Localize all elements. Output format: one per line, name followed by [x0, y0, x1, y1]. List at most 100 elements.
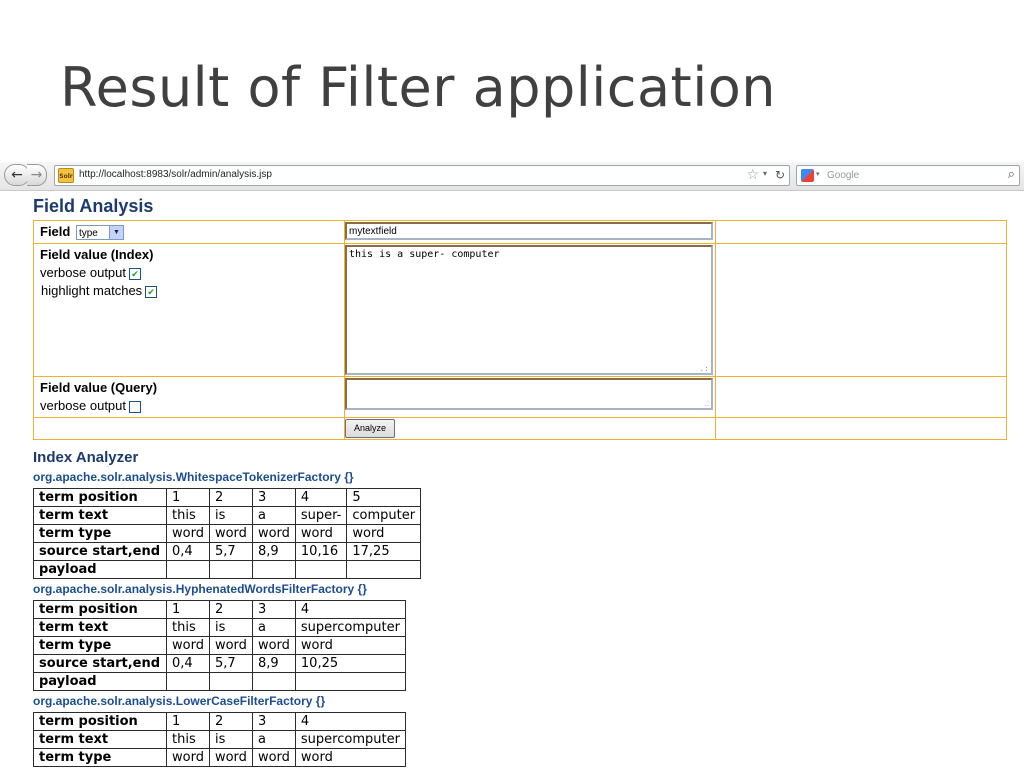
table-cell: word — [294, 748, 406, 767]
row-header: term type — [33, 748, 167, 767]
forward-button[interactable]: → — [27, 164, 47, 186]
row-header: payload — [33, 672, 167, 691]
table-cell: 5 — [346, 488, 422, 507]
table-cell — [208, 672, 253, 691]
table-row: term position 1 2 3 4 — [33, 712, 406, 731]
stage-1-table: term position 1 2 3 4 5 term text this i… — [33, 488, 422, 579]
table-row: term text this is a supercomputer — [33, 618, 406, 637]
table-cell: word — [166, 636, 210, 655]
address-bar[interactable]: Solr http://localhost:8983/solr/admin/an… — [54, 165, 790, 186]
row-header: term position — [33, 488, 167, 507]
row-header: payload — [33, 560, 167, 579]
table-cell — [294, 672, 406, 691]
analyze-row: Analyze — [33, 417, 1007, 440]
row-header: term text — [33, 730, 167, 749]
index-value-label: Field value (Index) — [40, 247, 154, 262]
table-cell — [166, 672, 210, 691]
verbose-output-checkbox[interactable]: ✔ — [129, 267, 142, 280]
table-cell: 3 — [251, 712, 296, 731]
table-cell: 5,7 — [208, 654, 253, 673]
history-dropdown-icon[interactable]: ▾ — [763, 169, 767, 178]
highlight-matches-checkbox[interactable]: ✔ — [145, 285, 158, 298]
table-cell: 2 — [208, 712, 253, 731]
resize-grip-icon[interactable]: .: — [699, 365, 709, 373]
table-cell: this — [166, 730, 210, 749]
table-cell: 4 — [294, 600, 406, 619]
back-arrow-icon: ← — [11, 167, 23, 183]
table-cell: 2 — [208, 600, 253, 619]
table-cell: word — [208, 748, 253, 767]
google-icon[interactable] — [801, 169, 814, 182]
field-type-select[interactable]: type ▼ — [75, 225, 124, 241]
row-header: source start,end — [33, 542, 167, 561]
url-text[interactable]: http://localhost:8983/solr/admin/analysi… — [79, 169, 272, 180]
table-row: term type word word word word word — [33, 524, 422, 543]
table-cell: word — [346, 524, 422, 543]
row-header: term position — [33, 712, 167, 731]
row-header: term type — [33, 636, 167, 655]
table-cell: 1 — [166, 712, 210, 731]
index-value-textarea[interactable]: this is a super- computer.: — [345, 245, 713, 375]
analyze-button[interactable]: Analyze — [345, 419, 396, 438]
table-cell: 10,25 — [294, 654, 406, 673]
table-cell: word — [251, 748, 296, 767]
table-cell: 10,16 — [294, 542, 348, 561]
table-row: term type word word word word — [33, 748, 406, 767]
table-row: source start,end 0,4 5,7 8,9 10,25 — [33, 654, 406, 673]
solr-favicon-icon: Solr — [58, 168, 74, 183]
stage-2-factory: org.apache.solr.analysis.HyphenatedWords… — [33, 582, 367, 596]
search-icon[interactable]: ⌕ — [1008, 167, 1015, 182]
index-value-row: Field value (Index) verbose output ✔ high… — [33, 243, 1007, 377]
table-row: payload — [33, 560, 422, 579]
table-cell: 2 — [208, 488, 253, 507]
stage-3-factory: org.apache.solr.analysis.LowerCaseFilter… — [33, 694, 326, 708]
row-header: source start,end — [33, 654, 167, 673]
table-cell: 3 — [251, 488, 296, 507]
table-cell: this — [166, 506, 210, 525]
table-cell: is — [208, 506, 253, 525]
chevron-down-icon: ▼ — [108, 226, 123, 240]
table-row: source start,end 0,4 5,7 8,9 10,16 17,25 — [33, 542, 422, 561]
table-cell: 3 — [251, 600, 296, 619]
search-engine-dropdown-icon[interactable]: ▾ — [816, 170, 820, 178]
table-cell: a — [251, 506, 296, 525]
table-cell: word — [208, 636, 253, 655]
table-cell: 8,9 — [251, 654, 296, 673]
table-cell: word — [251, 636, 296, 655]
table-cell: supercomputer — [294, 730, 406, 749]
field-row: Field type ▼ mytextfield — [33, 220, 1007, 244]
stage-2-table: term position 1 2 3 4 term text this is … — [33, 600, 406, 691]
table-cell: is — [208, 730, 253, 749]
table-cell: word — [294, 524, 348, 543]
table-cell: a — [251, 618, 296, 637]
stage-3-table: term position 1 2 3 4 term text this is … — [33, 712, 406, 767]
reload-icon[interactable]: ↻ — [775, 168, 785, 182]
table-cell: 0,4 — [166, 542, 210, 561]
table-cell: a — [251, 730, 296, 749]
highlight-matches-label: highlight matches — [41, 283, 143, 298]
table-cell: is — [208, 618, 253, 637]
table-cell: supercomputer — [294, 618, 406, 637]
search-placeholder[interactable]: Google — [827, 170, 859, 181]
bookmark-star-icon[interactable]: ☆ — [746, 167, 759, 183]
table-cell — [346, 560, 422, 579]
table-row: term text this is a supercomputer — [33, 730, 406, 749]
table-cell: word — [251, 524, 296, 543]
search-box[interactable]: ▾ Google ⌕ — [796, 165, 1020, 186]
table-cell: 8,9 — [251, 542, 296, 561]
query-value-textarea[interactable]: .: — [345, 378, 713, 410]
index-value-text: this is a super- computer — [349, 249, 500, 260]
field-name-input[interactable]: mytextfield — [345, 222, 713, 240]
row-header: term type — [33, 524, 167, 543]
table-row: term text this is a super- computer — [33, 506, 422, 525]
row-header: term text — [33, 506, 167, 525]
table-cell — [208, 560, 253, 579]
table-cell: 1 — [166, 488, 210, 507]
resize-grip-icon[interactable]: .: — [705, 400, 709, 408]
query-verbose-checkbox[interactable] — [129, 400, 142, 413]
table-row: term position 1 2 3 4 — [33, 600, 406, 619]
stage-1-factory: org.apache.solr.analysis.WhitespaceToken… — [33, 470, 354, 484]
table-row: term position 1 2 3 4 5 — [33, 488, 422, 507]
row-header: term position — [33, 600, 167, 619]
table-cell: 5,7 — [208, 542, 253, 561]
